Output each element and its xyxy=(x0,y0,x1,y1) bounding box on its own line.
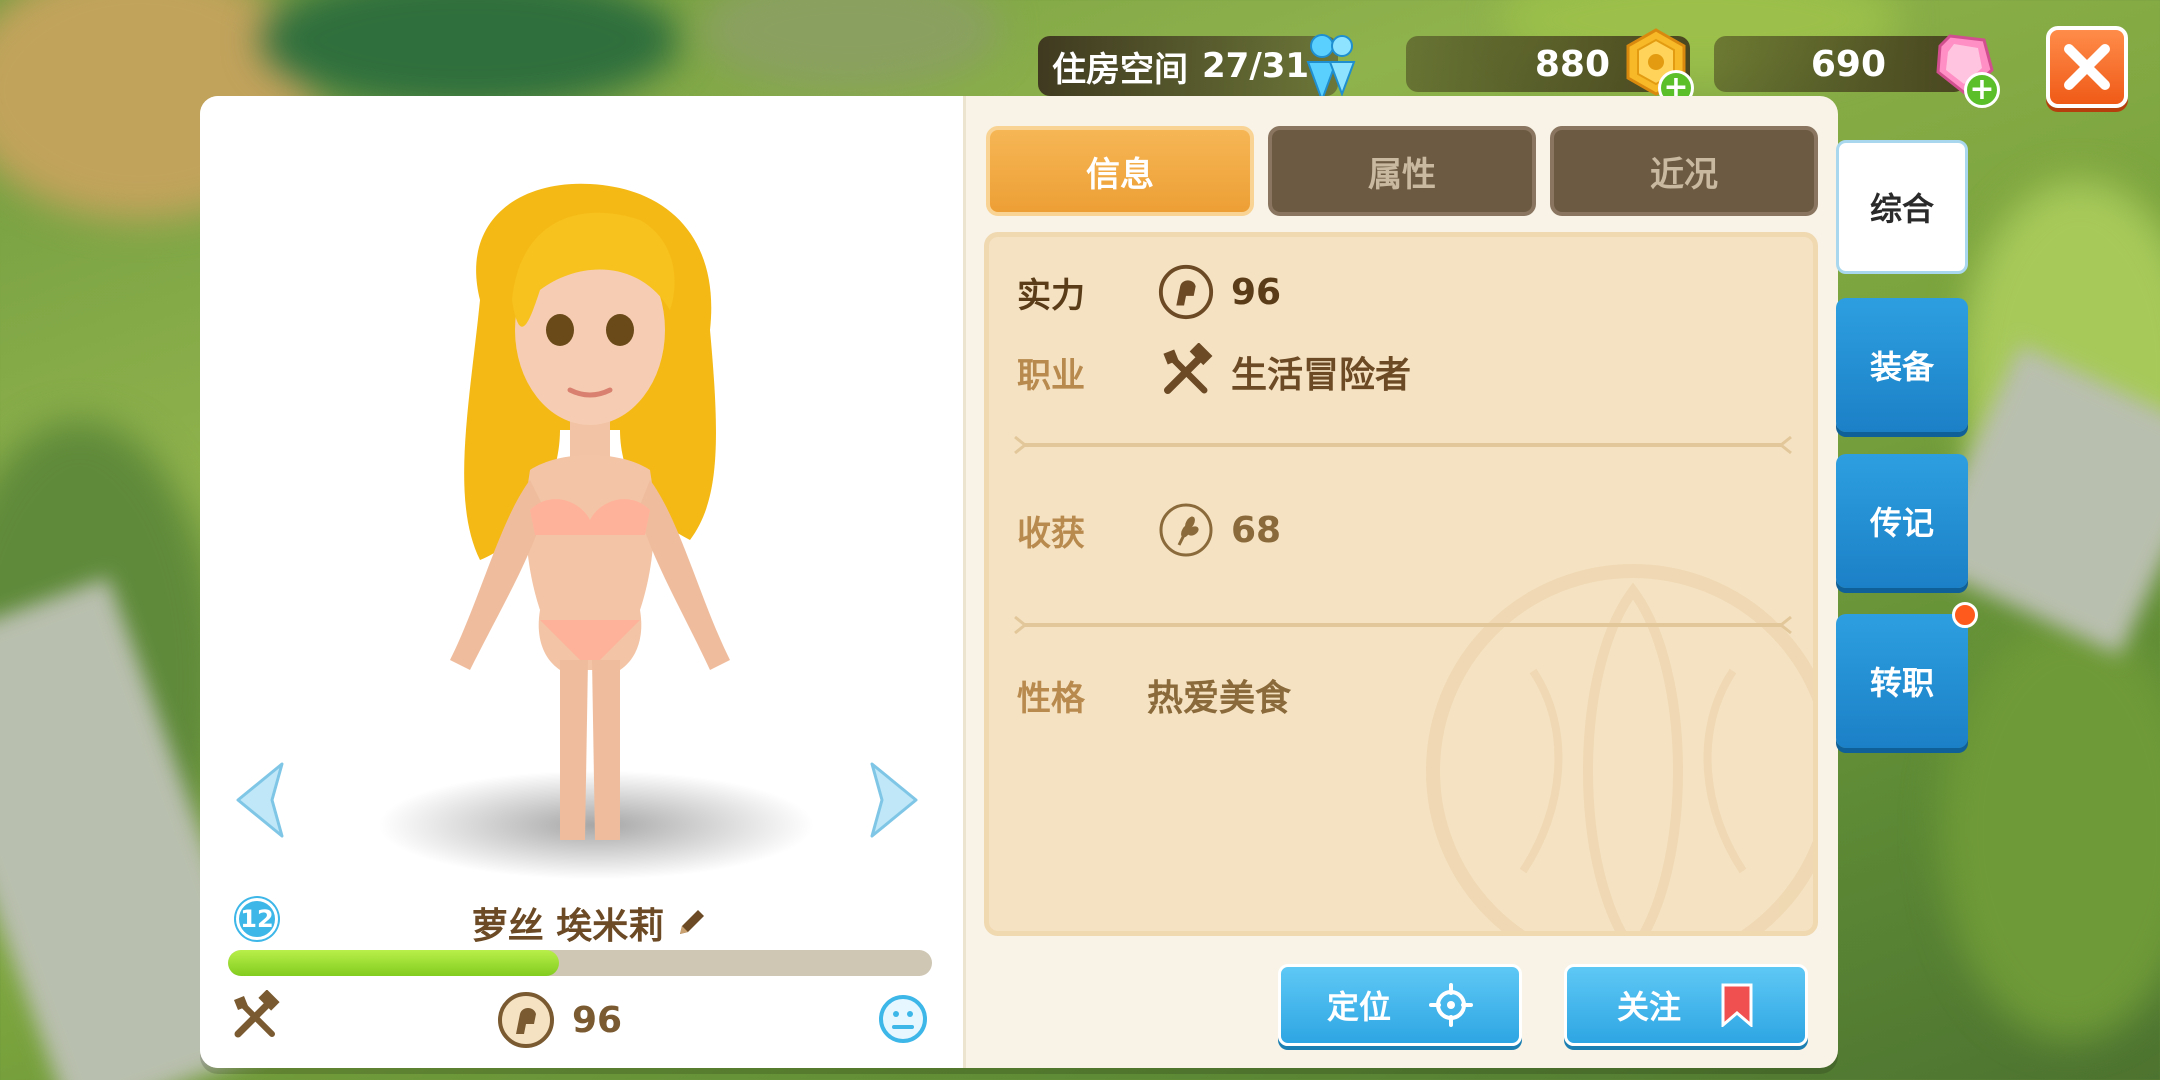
close-button[interactable] xyxy=(2046,26,2128,108)
notification-dot xyxy=(1952,602,1978,628)
bookmark-icon xyxy=(1721,983,1753,1027)
gem-balance: 690 xyxy=(1714,36,1966,92)
tab-info[interactable]: 信息 xyxy=(986,126,1254,216)
strength-label: 实力 xyxy=(1017,275,1085,316)
gem-value: 690 xyxy=(1810,43,1886,85)
section-divider xyxy=(1014,435,1792,455)
previous-character-arrow[interactable] xyxy=(232,760,288,840)
personality-value: 热爱美食 xyxy=(1147,678,1292,719)
close-icon xyxy=(2064,44,2110,90)
housing-label: 住房空间 xyxy=(1052,49,1188,90)
tab-attributes[interactable]: 属性 xyxy=(1268,126,1536,216)
decorative-emblem xyxy=(1426,564,1813,931)
harvest-row: 收获 68 xyxy=(1017,501,1281,559)
power-fist-icon xyxy=(498,992,554,1048)
crosshair-icon xyxy=(1429,983,1473,1027)
follow-label: 关注 xyxy=(1616,988,1681,1026)
residents-icon xyxy=(1306,34,1356,103)
personality-row: 性格 热爱美食 xyxy=(1017,669,1291,721)
strength-row: 实力 96 xyxy=(1017,263,1281,321)
character-quick-stats: 96 xyxy=(228,990,932,1054)
hammer-tools-icon xyxy=(234,990,280,1038)
housing-value: 27/31 xyxy=(1202,46,1310,86)
level-badge: 12 xyxy=(236,898,278,940)
edit-name-icon[interactable] xyxy=(674,906,708,940)
side-tab-job-change-label: 转职 xyxy=(1869,664,1934,702)
job-value: 生活冒险者 xyxy=(1231,355,1412,396)
harvest-value: 68 xyxy=(1231,509,1282,551)
neutral-face-icon[interactable] xyxy=(878,994,928,1044)
character-name-row: 萝丝 埃米莉 xyxy=(420,898,760,948)
locate-label: 定位 xyxy=(1326,988,1391,1026)
hammer-tools-icon xyxy=(1163,343,1213,395)
strength-value: 96 xyxy=(1231,271,1282,313)
coin-value: 880 xyxy=(1534,43,1610,85)
info-tabs: 信息 属性 近况 xyxy=(986,126,1818,216)
side-tab-equipment[interactable]: 装备 xyxy=(1836,298,1968,432)
personality-label: 性格 xyxy=(1017,678,1085,719)
character-name: 萝丝 埃米莉 xyxy=(471,906,665,947)
next-character-arrow[interactable] xyxy=(866,760,922,840)
experience-fill xyxy=(228,950,559,976)
power-fist-icon xyxy=(1158,264,1214,320)
power-value: 96 xyxy=(572,999,623,1041)
housing-capacity: 住房空间 27/31 xyxy=(1038,36,1338,96)
section-divider xyxy=(1014,615,1792,635)
power-summary: 96 xyxy=(496,990,622,1050)
info-details: 实力 96 职业 生活冒险者 收获 68 性格 热爱美食 xyxy=(984,232,1818,936)
job-row: 职业 生活冒险者 xyxy=(1017,343,1411,401)
experience-bar xyxy=(228,950,932,976)
job-label: 职业 xyxy=(1017,355,1085,396)
wheat-icon xyxy=(1159,503,1213,557)
harvest-label: 收获 xyxy=(1017,513,1085,554)
locate-button[interactable]: 定位 xyxy=(1278,964,1522,1046)
follow-button[interactable]: 关注 xyxy=(1564,964,1808,1046)
side-tab-biography[interactable]: 传记 xyxy=(1836,454,1968,588)
character-model xyxy=(450,183,730,840)
side-tab-overview[interactable]: 综合 xyxy=(1836,140,1968,274)
add-gems-button[interactable]: + xyxy=(1964,72,2000,108)
side-tab-job-change[interactable]: 转职 xyxy=(1836,602,1978,748)
tab-recent[interactable]: 近况 xyxy=(1550,126,1818,216)
